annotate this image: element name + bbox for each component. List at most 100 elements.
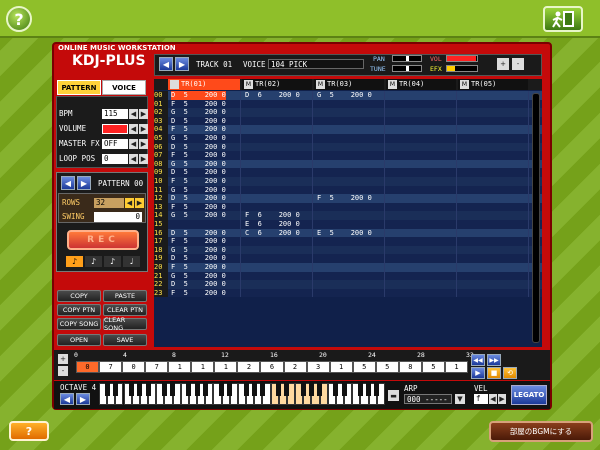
- sequence-cell[interactable]: 5: [421, 361, 445, 373]
- note-cell[interactable]: F 5 200 0: [171, 125, 226, 134]
- seq-add-button[interactable]: +: [58, 354, 68, 364]
- note-cell[interactable]: G 5 200 0: [171, 272, 226, 281]
- sequence-cell[interactable]: 1: [444, 361, 468, 373]
- sequence-cell[interactable]: 1: [191, 361, 215, 373]
- note-cell[interactable]: F 5 200 0: [171, 237, 226, 246]
- save-button[interactable]: SAVE: [103, 334, 147, 346]
- black-key[interactable]: [104, 383, 110, 396]
- note-cell[interactable]: C 6 200 0: [245, 229, 300, 238]
- mute-toggle-2[interactable]: M: [244, 79, 253, 89]
- mute-toggle-1[interactable]: [170, 79, 179, 89]
- black-key[interactable]: [137, 383, 143, 396]
- copy-ptn-button[interactable]: COPY PTN: [57, 304, 101, 316]
- set-room-bgm-button[interactable]: 部屋のBGMにする: [489, 421, 593, 442]
- note-cell[interactable]: F 5 200 0: [317, 194, 372, 203]
- note-cell[interactable]: D 5 200 0: [171, 194, 226, 203]
- efx-slider[interactable]: [446, 65, 478, 72]
- exit-button[interactable]: [543, 6, 583, 32]
- note-cell[interactable]: G 5 200 0: [171, 186, 226, 195]
- black-key[interactable]: [243, 383, 249, 396]
- fast-forward-icon[interactable]: ▶▶: [487, 354, 501, 366]
- note-cell[interactable]: D 5 200 0: [171, 91, 226, 100]
- master-fx-stepper[interactable]: ◀ ▶: [129, 139, 148, 149]
- table-row[interactable]: F 5 200 0: [168, 177, 542, 186]
- stop-icon[interactable]: ■: [487, 367, 501, 379]
- note-cell[interactable]: D 5 200 0: [171, 254, 226, 263]
- note-cell[interactable]: G 5 200 0: [317, 91, 372, 100]
- table-row[interactable]: G 5 200 0: [168, 134, 542, 143]
- track-next-button[interactable]: ▶: [175, 57, 189, 71]
- black-key[interactable]: [366, 383, 372, 396]
- note-cell[interactable]: G 5 200 0: [171, 160, 226, 169]
- sequence-cell[interactable]: 2: [283, 361, 307, 373]
- table-row[interactable]: F 5 200 0: [168, 125, 542, 134]
- legato-button[interactable]: LEGATO: [511, 385, 547, 405]
- note-cell[interactable]: F 5 200 0: [171, 289, 226, 298]
- sequence-cell[interactable]: 5: [352, 361, 376, 373]
- black-key[interactable]: [129, 383, 135, 396]
- note-length-eighth[interactable]: ♪: [85, 256, 102, 267]
- sequence-cell[interactable]: 0: [76, 361, 100, 373]
- table-row[interactable]: D 5 200 0 F 5 200 0: [168, 194, 542, 203]
- note-cell[interactable]: D 5 200 0: [171, 168, 226, 177]
- sequence-cell[interactable]: 1: [329, 361, 353, 373]
- black-key[interactable]: [276, 383, 282, 396]
- mute-toggle-4[interactable]: M: [388, 79, 397, 89]
- black-key[interactable]: [357, 383, 363, 396]
- note-cell[interactable]: F 5 200 0: [171, 263, 226, 272]
- black-key[interactable]: [219, 383, 225, 396]
- loop-icon[interactable]: ⟲: [503, 367, 517, 379]
- note-length-quarter[interactable]: ♪: [66, 256, 83, 267]
- table-row[interactable]: G 5 200 0: [168, 185, 542, 195]
- note-length-thirtysecond[interactable]: ♩: [123, 256, 140, 267]
- note-cell[interactable]: G 5 200 0: [171, 246, 226, 255]
- seq-remove-button[interactable]: -: [58, 366, 68, 376]
- rows-stepper[interactable]: ◀ ▶: [125, 198, 144, 208]
- note-cell[interactable]: F 5 200 0: [171, 203, 226, 212]
- copy-song-button[interactable]: COPY SONG: [57, 318, 101, 330]
- bpm-field[interactable]: 115: [102, 109, 128, 119]
- grid-scrollbar[interactable]: [532, 93, 540, 343]
- rewind-icon[interactable]: ◀◀: [471, 354, 485, 366]
- swing-field[interactable]: 0: [94, 212, 142, 222]
- copy-button[interactable]: COPY: [57, 290, 101, 302]
- sequence-cells[interactable]: 07071112623155851: [76, 361, 468, 373]
- black-key[interactable]: [251, 383, 257, 396]
- note-cell[interactable]: F 5 200 0: [171, 177, 226, 186]
- table-row[interactable]: F 5 200 0: [168, 263, 542, 272]
- octave-down-button[interactable]: ◀: [60, 393, 74, 405]
- vol-slider[interactable]: [446, 55, 478, 62]
- table-row[interactable]: D 5 200 0: [168, 254, 542, 263]
- table-row[interactable]: D 5 200 0: [168, 142, 542, 152]
- sequence-cell[interactable]: 2: [237, 361, 261, 373]
- mute-toggle-3[interactable]: M: [316, 79, 325, 89]
- black-key[interactable]: [194, 383, 200, 396]
- black-key[interactable]: [145, 383, 151, 396]
- table-row[interactable]: F 5 200 0: [168, 237, 542, 246]
- bpm-stepper[interactable]: ◀ ▶: [129, 109, 148, 119]
- note-length-sixteenth[interactable]: ♪: [104, 256, 121, 267]
- sequence-cell[interactable]: 7: [99, 361, 123, 373]
- note-cell[interactable]: D 5 200 0: [171, 280, 226, 289]
- black-key[interactable]: [374, 383, 380, 396]
- sequence-cell[interactable]: 1: [214, 361, 238, 373]
- table-row[interactable]: D 5 200 0: [168, 280, 542, 289]
- arp-dropdown-icon[interactable]: ▼: [455, 394, 465, 404]
- sequence-cell[interactable]: 5: [375, 361, 399, 373]
- note-cell[interactable]: G 5 200 0: [171, 211, 226, 220]
- track-header-1[interactable]: TR(01): [168, 79, 240, 90]
- note-cell[interactable]: E 5 200 0: [317, 229, 372, 238]
- tab-pattern[interactable]: PATTERN: [57, 80, 101, 95]
- help-icon[interactable]: ?: [6, 6, 32, 32]
- volume-stepper[interactable]: ◀ ▶: [129, 124, 148, 134]
- piano-keyboard[interactable]: [99, 383, 385, 407]
- track-header-4[interactable]: M TR(04): [386, 79, 456, 90]
- master-fx-field[interactable]: OFF: [102, 139, 128, 149]
- tab-voice[interactable]: VOICE: [102, 80, 146, 95]
- rows-field[interactable]: 32: [94, 198, 124, 208]
- black-key[interactable]: [259, 383, 265, 396]
- remove-track-button[interactable]: -: [512, 58, 524, 70]
- table-row[interactable]: E 6 200 0: [168, 220, 542, 229]
- vel-field[interactable]: f: [474, 394, 488, 404]
- keyboard-toggle-button[interactable]: ▬: [388, 390, 399, 401]
